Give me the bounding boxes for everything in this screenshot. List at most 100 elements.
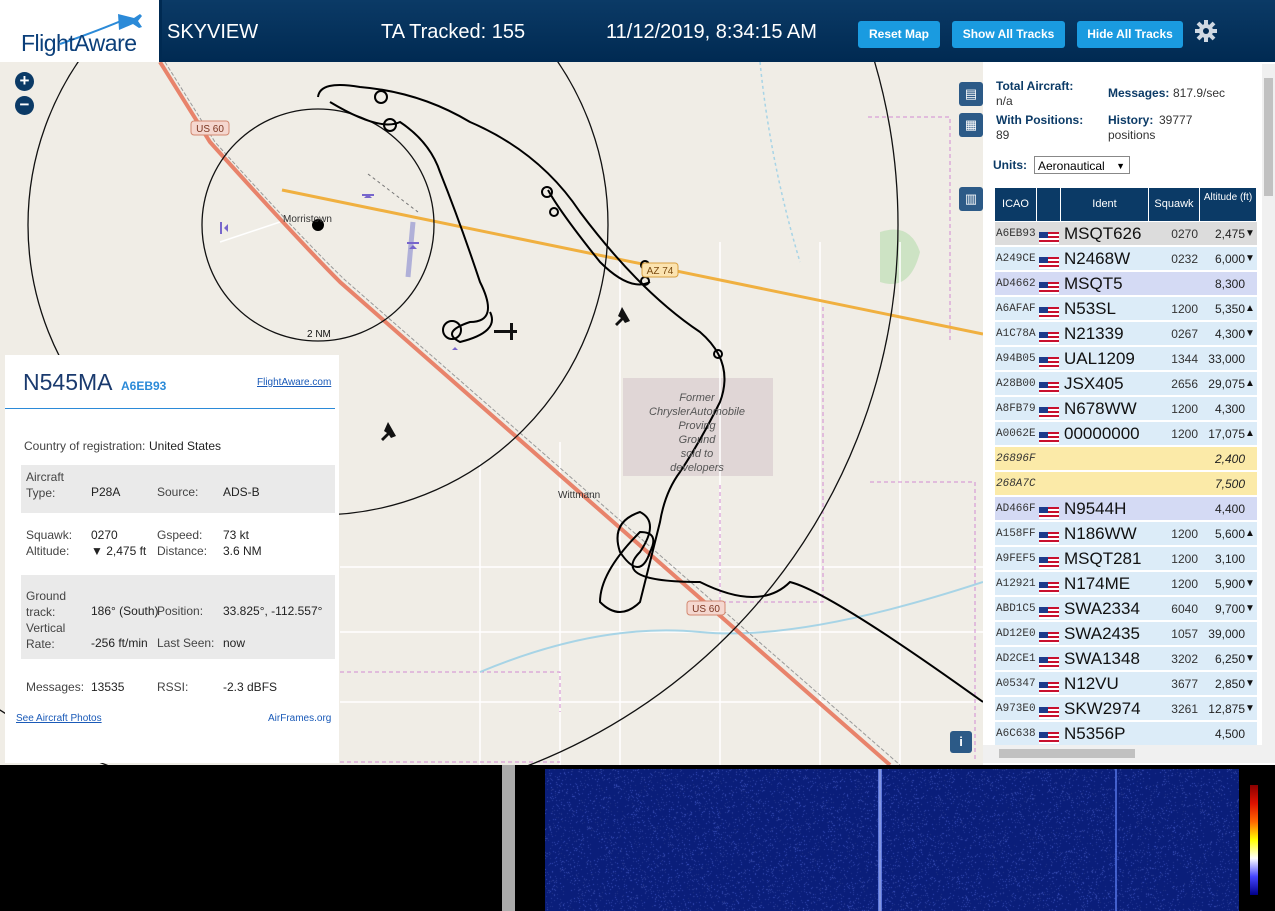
table-row[interactable]: A6C638 N5356P 4,500 bbox=[995, 722, 1257, 746]
flightaware-link[interactable]: FlightAware.com bbox=[257, 377, 331, 388]
us60-shield-label: US 60 bbox=[196, 124, 224, 135]
table-row[interactable]: AD12E0 SWA2435 1057 39,000 bbox=[995, 622, 1257, 646]
row-squawk: 1200 bbox=[1171, 302, 1198, 316]
svg-text:Ground: Ground bbox=[679, 434, 717, 446]
col-ident[interactable]: Ident bbox=[1061, 188, 1149, 221]
row-icao: A28B00 bbox=[996, 378, 1036, 390]
table-row[interactable]: A1C78A N21339 0267 4,300 ▼ bbox=[995, 322, 1257, 346]
table-row[interactable]: A249CE N2468W 0232 6,000 ▼ bbox=[995, 247, 1257, 271]
table-row[interactable]: A9FEF5 MSQT281 1200 3,100 bbox=[995, 547, 1257, 571]
row-ident: N186WW bbox=[1064, 524, 1137, 543]
row-squawk: 2656 bbox=[1171, 377, 1198, 391]
row-squawk: 6040 bbox=[1171, 602, 1198, 616]
horizontal-scrollbar[interactable] bbox=[983, 745, 1275, 763]
messages-value: 13535 bbox=[91, 680, 125, 694]
aircraft-photos-link[interactable]: See Aircraft Photos bbox=[16, 713, 102, 724]
table-row[interactable]: A0062E 00000000 1200 17,075 ▲ bbox=[995, 422, 1257, 446]
total-aircraft-value: n/a bbox=[996, 94, 1013, 108]
row-altitude-trend: ▲ bbox=[1245, 303, 1255, 314]
svg-text:Former: Former bbox=[679, 392, 716, 404]
aircraft-type-label: Aircraft Type: bbox=[26, 470, 65, 500]
position-value: 33.825°, -112.557° bbox=[223, 604, 323, 618]
info-button[interactable]: i bbox=[950, 731, 972, 753]
aircraft-icon[interactable] bbox=[381, 422, 396, 441]
reset-map-button[interactable]: Reset Map bbox=[858, 21, 940, 48]
show-all-tracks-button[interactable]: Show All Tracks bbox=[952, 21, 1065, 48]
row-icao: A8FB79 bbox=[996, 403, 1036, 415]
row-altitude-trend: ▼ bbox=[1245, 328, 1255, 339]
aircraft-icon[interactable] bbox=[362, 184, 374, 198]
hide-all-tracks-button[interactable]: Hide All Tracks bbox=[1077, 21, 1183, 48]
table-row[interactable]: A05347 N12VU 3677 2,850 ▼ bbox=[995, 672, 1257, 696]
table-row[interactable]: AD466F N9544H 4,400 bbox=[995, 497, 1257, 521]
aircraft-icon-selected[interactable] bbox=[494, 323, 517, 340]
units-select[interactable]: Aeronautical ▼ bbox=[1034, 156, 1130, 174]
table-row[interactable]: AD4662 MSQT5 8,300 bbox=[995, 272, 1257, 296]
table-row[interactable]: A8FB79 N678WW 1200 4,300 bbox=[995, 397, 1257, 421]
airframes-link[interactable]: AirFrames.org bbox=[268, 713, 331, 724]
total-aircraft-label: Total Aircraft: bbox=[996, 79, 1074, 93]
row-altitude-trend bbox=[1245, 347, 1255, 371]
aircraft-table-body[interactable]: A6EB93 MSQT626 0270 2,475 ▼ A249CE N2468W 0232 6… bbox=[995, 222, 1257, 747]
pane-splitter[interactable] bbox=[502, 765, 515, 911]
row-altitude: 9,700 bbox=[1214, 602, 1245, 616]
table-row[interactable]: A12921 N174ME 1200 5,900 ▼ bbox=[995, 572, 1257, 596]
table-row[interactable]: A28B00 JSX405 2656 29,075 ▲ bbox=[995, 372, 1257, 396]
runway bbox=[405, 221, 416, 278]
distance-value: 3.6 NM bbox=[223, 544, 262, 558]
ground-track-label: Ground track: bbox=[26, 589, 67, 619]
col-flag[interactable] bbox=[1037, 188, 1061, 221]
table-row[interactable]: A94B05 UAL1209 1344 33,000 bbox=[995, 347, 1257, 371]
row-squawk: 1200 bbox=[1171, 552, 1198, 566]
row-ident: N53SL bbox=[1064, 299, 1116, 318]
columns-icon[interactable]: ▥ bbox=[959, 187, 983, 211]
flightaware-logo[interactable]: FlightAware bbox=[0, 0, 162, 62]
row-ident: MSQT5 bbox=[1064, 274, 1123, 293]
row-squawk: 1057 bbox=[1171, 627, 1198, 641]
us-flag-icon bbox=[1039, 603, 1059, 619]
col-altitude[interactable]: Altitude (ft) bbox=[1200, 188, 1257, 221]
map-layers-icon[interactable]: ▤ bbox=[959, 82, 983, 106]
aircraft-info-panel: N545MA A6EB93 FlightAware.com Country of… bbox=[5, 355, 339, 763]
row-ident: N2468W bbox=[1064, 249, 1131, 268]
aircraft-icon[interactable] bbox=[214, 222, 228, 234]
zoom-in-button[interactable]: + bbox=[15, 72, 34, 91]
row-ident: UAL1209 bbox=[1064, 349, 1135, 368]
gspeed-value: 73 kt bbox=[223, 528, 250, 542]
vertical-scrollbar[interactable] bbox=[1262, 64, 1275, 745]
table-row[interactable]: 268A7C 7,500 bbox=[995, 472, 1257, 496]
zoom-out-button[interactable]: − bbox=[15, 96, 34, 115]
aircraft-icon[interactable] bbox=[615, 307, 630, 326]
col-icao[interactable]: ICAO bbox=[995, 188, 1037, 221]
row-squawk: 1200 bbox=[1171, 427, 1198, 441]
row-ident: N12VU bbox=[1064, 674, 1119, 693]
row-ident: SWA2334 bbox=[1064, 599, 1140, 618]
us-flag-icon bbox=[1039, 378, 1059, 394]
row-altitude: 4,300 bbox=[1214, 402, 1245, 416]
last-seen-value: now bbox=[223, 636, 246, 650]
us-flag-icon bbox=[1039, 728, 1059, 744]
table-row[interactable]: A6AFAF N53SL 1200 5,350 ▲ bbox=[995, 297, 1257, 321]
tracked-count: TA Tracked: 155 bbox=[381, 21, 526, 43]
grid-icon[interactable]: ▦ bbox=[959, 113, 983, 137]
row-ident: MSQT281 bbox=[1064, 549, 1142, 568]
table-row[interactable]: A6EB93 MSQT626 0270 2,475 ▼ bbox=[995, 222, 1257, 246]
row-icao: A05347 bbox=[996, 678, 1036, 690]
town-label-wittmann: Wittmann bbox=[558, 490, 600, 501]
us-flag-icon bbox=[1039, 578, 1059, 594]
row-ident: N5356P bbox=[1064, 724, 1126, 743]
table-row[interactable]: A158FF N186WW 1200 5,600 ▲ bbox=[995, 522, 1257, 546]
row-altitude-trend bbox=[1245, 722, 1255, 746]
us-flag-icon bbox=[1039, 553, 1059, 569]
table-row[interactable]: ABD1C5 SWA2334 6040 9,700 ▼ bbox=[995, 597, 1257, 621]
table-row[interactable]: AD2CE1 SWA1348 3202 6,250 ▼ bbox=[995, 647, 1257, 671]
logo-text: FlightAware bbox=[21, 30, 137, 56]
table-row[interactable]: A973E0 SKW2974 3261 12,875 ▼ bbox=[995, 697, 1257, 721]
row-icao: AD466F bbox=[996, 503, 1036, 515]
rssi-label: RSSI: bbox=[157, 680, 189, 694]
us-flag-icon bbox=[1039, 303, 1059, 319]
settings-gear-icon[interactable] bbox=[1194, 19, 1218, 43]
col-squawk[interactable]: Squawk bbox=[1149, 188, 1200, 221]
table-row[interactable]: 26896F 2,400 bbox=[995, 447, 1257, 471]
waterfall-display bbox=[545, 769, 1239, 911]
